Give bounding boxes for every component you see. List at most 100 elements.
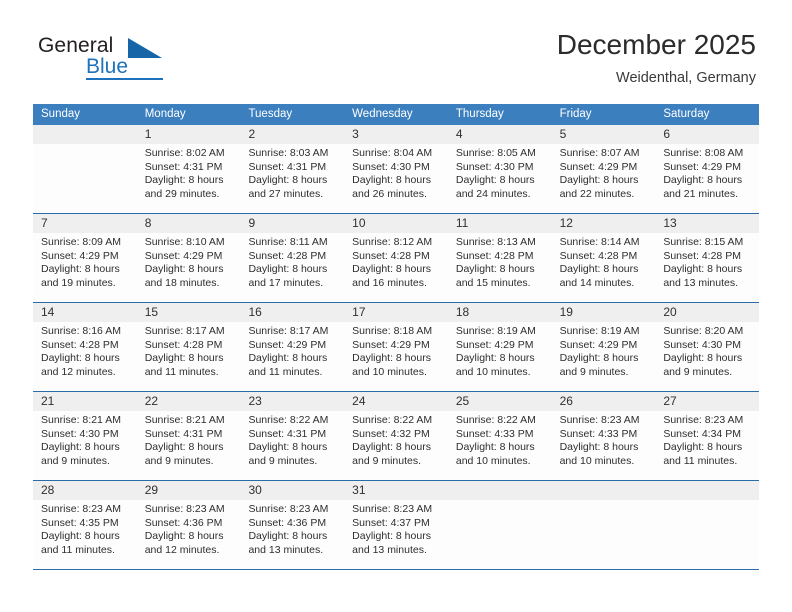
day-cell[interactable]: Sunrise: 8:21 AM Sunset: 4:30 PM Daylight:… [33, 411, 137, 480]
day-cell[interactable]: Sunrise: 8:02 AM Sunset: 4:31 PM Daylight:… [137, 144, 241, 213]
sunrise-text: Sunrise: 8:21 AM [144, 414, 225, 426]
day-number[interactable]: 6 [655, 125, 759, 144]
empty-day-cell [552, 500, 656, 569]
brand-name-blue: Blue [86, 55, 129, 78]
day-cell[interactable]: Sunrise: 8:17 AM Sunset: 4:28 PM Daylight:… [137, 322, 241, 391]
day-cell[interactable]: Sunrise: 8:07 AM Sunset: 4:29 PM Daylight:… [552, 144, 656, 213]
daylight-text-cont: and 26 minutes. [352, 187, 427, 200]
day-number[interactable]: 30 [240, 481, 344, 500]
sunset-text: Sunset: 4:30 PM [455, 160, 534, 173]
day-cell[interactable]: Sunrise: 8:16 AM Sunset: 4:28 PM Daylight:… [33, 322, 137, 391]
day-cell[interactable]: Sunrise: 8:23 AM Sunset: 4:37 PM Daylight:… [344, 500, 448, 569]
day-number[interactable]: 5 [552, 125, 656, 144]
brand-underline-divider [86, 78, 163, 80]
sunrise-text: Sunrise: 8:20 AM [663, 325, 744, 337]
day-number[interactable]: 22 [137, 392, 241, 411]
day-number[interactable]: 25 [448, 392, 552, 411]
daylight-text: Daylight: 8 hours [559, 441, 639, 454]
day-cell[interactable]: Sunrise: 8:03 AM Sunset: 4:31 PM Daylight:… [240, 144, 344, 213]
day-number[interactable]: 31 [344, 481, 448, 500]
day-number[interactable]: 18 [448, 303, 552, 322]
day-cell[interactable]: Sunrise: 8:05 AM Sunset: 4:30 PM Daylight:… [448, 144, 552, 213]
triangle-logo-icon [128, 38, 162, 58]
day-cell[interactable]: Sunrise: 8:12 AM Sunset: 4:28 PM Daylight:… [344, 233, 448, 302]
daylight-text-cont: and 19 minutes. [41, 276, 116, 289]
week-daynumber-band: 14 15 16 17 18 19 20 [33, 303, 759, 322]
week-detail-band: Sunrise: 8:23 AM Sunset: 4:35 PM Daylight:… [33, 500, 759, 569]
day-cell[interactable]: Sunrise: 8:23 AM Sunset: 4:35 PM Daylight:… [33, 500, 137, 569]
day-number[interactable]: 8 [137, 214, 241, 233]
day-number[interactable]: 24 [344, 392, 448, 411]
daylight-text-cont: and 12 minutes. [144, 543, 220, 556]
day-cell[interactable]: Sunrise: 8:20 AM Sunset: 4:30 PM Daylight:… [655, 322, 759, 391]
day-cell[interactable]: Sunrise: 8:09 AM Sunset: 4:29 PM Daylight:… [33, 233, 137, 302]
sunset-text: Sunset: 4:31 PM [248, 160, 327, 173]
day-cell[interactable]: Sunrise: 8:19 AM Sunset: 4:29 PM Daylight:… [552, 322, 656, 391]
day-number[interactable]: 13 [655, 214, 759, 233]
brand-logo[interactable]: General Blue [38, 34, 168, 88]
day-cell[interactable]: Sunrise: 8:14 AM Sunset: 4:28 PM Daylight:… [552, 233, 656, 302]
day-cell[interactable]: Sunrise: 8:11 AM Sunset: 4:28 PM Daylight:… [240, 233, 344, 302]
day-number[interactable]: 16 [240, 303, 344, 322]
day-number[interactable]: 7 [33, 214, 137, 233]
day-number[interactable]: 11 [448, 214, 552, 233]
daylight-text: Daylight: 8 hours [248, 174, 328, 187]
day-cell[interactable]: Sunrise: 8:23 AM Sunset: 4:36 PM Daylight:… [240, 500, 344, 569]
day-number[interactable]: 3 [344, 125, 448, 144]
day-number[interactable]: 10 [344, 214, 448, 233]
day-cell[interactable]: Sunrise: 8:08 AM Sunset: 4:29 PM Daylight:… [655, 144, 759, 213]
sunset-text: Sunset: 4:32 PM [352, 427, 430, 440]
daylight-text-cont: and 14 minutes. [559, 276, 635, 289]
day-number[interactable]: 17 [344, 303, 448, 322]
daylight-text: Daylight: 8 hours [559, 352, 639, 365]
day-cell[interactable]: Sunrise: 8:23 AM Sunset: 4:34 PM Daylight:… [655, 411, 759, 480]
daylight-text-cont: and 17 minutes. [248, 276, 324, 289]
day-cell[interactable]: Sunrise: 8:15 AM Sunset: 4:28 PM Daylight:… [655, 233, 759, 302]
day-number[interactable]: 28 [33, 481, 137, 500]
sunrise-text: Sunrise: 8:16 AM [41, 325, 121, 337]
daylight-text-cont: and 24 minutes. [455, 187, 531, 200]
day-number[interactable]: 2 [240, 125, 344, 144]
daylight-text-cont: and 22 minutes. [559, 187, 635, 200]
weekday-header-saturday: Saturday [663, 108, 710, 120]
day-number[interactable]: 19 [552, 303, 656, 322]
daylight-text: Daylight: 8 hours [144, 263, 224, 276]
day-number[interactable]: 29 [137, 481, 241, 500]
daylight-text: Daylight: 8 hours [455, 441, 535, 454]
day-number[interactable]: 4 [448, 125, 552, 144]
daylight-text-cont: and 10 minutes. [352, 365, 427, 378]
day-cell[interactable]: Sunrise: 8:18 AM Sunset: 4:29 PM Daylight:… [344, 322, 448, 391]
day-number[interactable]: 14 [33, 303, 137, 322]
day-cell[interactable]: Sunrise: 8:23 AM Sunset: 4:33 PM Daylight:… [552, 411, 656, 480]
daylight-text: Daylight: 8 hours [41, 352, 120, 365]
sunset-text: Sunset: 4:29 PM [144, 249, 223, 262]
day-number[interactable]: 12 [552, 214, 656, 233]
sunrise-text: Sunrise: 8:23 AM [559, 414, 640, 426]
daylight-text-cont: and 9 minutes. [352, 454, 422, 467]
day-cell[interactable]: Sunrise: 8:17 AM Sunset: 4:29 PM Daylight:… [240, 322, 344, 391]
daylight-text: Daylight: 8 hours [663, 441, 743, 454]
day-number[interactable]: 23 [240, 392, 344, 411]
daylight-text-cont: and 13 minutes. [248, 543, 324, 556]
day-cell[interactable]: Sunrise: 8:23 AM Sunset: 4:36 PM Daylight:… [137, 500, 241, 569]
day-number[interactable]: 15 [137, 303, 241, 322]
daylight-text: Daylight: 8 hours [352, 174, 431, 187]
sunset-text: Sunset: 4:35 PM [41, 516, 119, 529]
day-cell[interactable]: Sunrise: 8:19 AM Sunset: 4:29 PM Daylight:… [448, 322, 552, 391]
day-cell[interactable]: Sunrise: 8:22 AM Sunset: 4:31 PM Daylight:… [240, 411, 344, 480]
day-number[interactable]: 27 [655, 392, 759, 411]
day-cell[interactable]: Sunrise: 8:22 AM Sunset: 4:32 PM Daylight:… [344, 411, 448, 480]
day-cell[interactable]: Sunrise: 8:21 AM Sunset: 4:31 PM Daylight:… [137, 411, 241, 480]
day-number[interactable]: 26 [552, 392, 656, 411]
day-number[interactable]: 1 [137, 125, 241, 144]
daylight-text: Daylight: 8 hours [248, 530, 328, 543]
daylight-text: Daylight: 8 hours [352, 530, 431, 543]
day-cell[interactable]: Sunrise: 8:10 AM Sunset: 4:29 PM Daylight:… [137, 233, 241, 302]
day-cell[interactable]: Sunrise: 8:13 AM Sunset: 4:28 PM Daylight:… [448, 233, 552, 302]
day-number[interactable]: 9 [240, 214, 344, 233]
calendar-week-row: 14 15 16 17 18 19 20 Sunrise: 8:16 AM Sunset: 4:… [33, 303, 759, 392]
day-cell[interactable]: Sunrise: 8:04 AM Sunset: 4:30 PM Daylight:… [344, 144, 448, 213]
day-number[interactable]: 21 [33, 392, 137, 411]
day-cell[interactable]: Sunrise: 8:22 AM Sunset: 4:33 PM Daylight:… [448, 411, 552, 480]
day-number[interactable]: 20 [655, 303, 759, 322]
